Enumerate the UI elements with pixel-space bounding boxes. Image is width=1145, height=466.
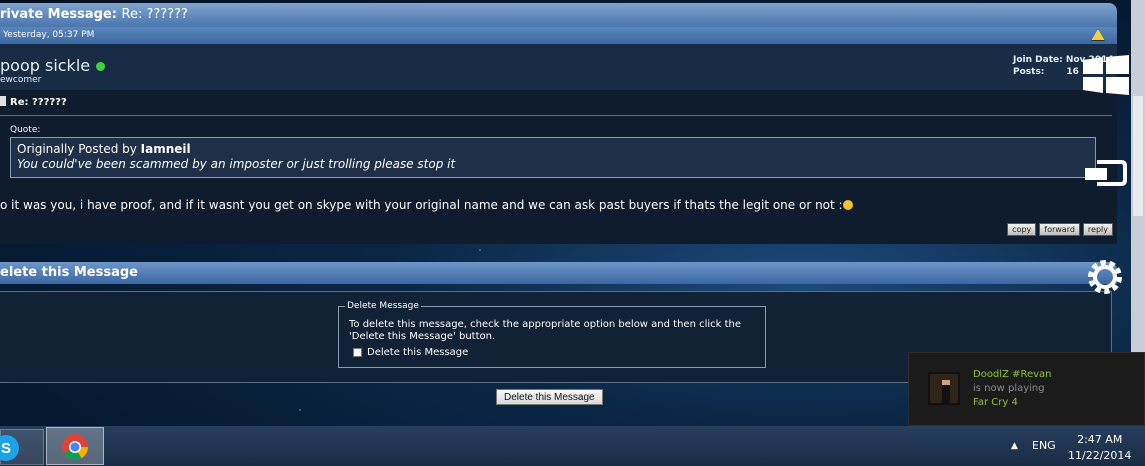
steam-notification[interactable]: DoodlZ #Revan is now playing Far Cry 4	[908, 352, 1145, 426]
tray-expand-icon[interactable]: ▲	[1011, 441, 1018, 451]
document-icon	[0, 96, 6, 106]
username-text[interactable]: poop sickle	[0, 56, 90, 75]
svg-text:S: S	[1, 440, 11, 457]
post-panel: poop sickle ewcomer Join Date: Nov 2014 …	[0, 44, 1117, 244]
scrollbar-thumb[interactable]	[1133, 96, 1143, 216]
windows-logo-icon[interactable]	[1083, 55, 1129, 95]
post-date: Yesterday, 05:37 PM	[3, 30, 95, 40]
post-actions: copy forward reply	[1007, 223, 1113, 236]
forward-button[interactable]: forward	[1039, 223, 1080, 236]
friend-status: is now playing	[973, 383, 1045, 394]
copy-button[interactable]: copy	[1007, 223, 1037, 236]
clock[interactable]: 2:47 AM 11/22/2014	[1068, 432, 1131, 464]
gear-icon[interactable]	[1083, 255, 1127, 299]
delete-fieldset: Delete Message To delete this message, c…	[338, 301, 766, 368]
friend-name: DoodlZ #Revan	[973, 369, 1052, 380]
message-text: o it was you, i have proof, and if it wa…	[0, 198, 843, 212]
message-body: o it was you, i have proof, and if it wa…	[0, 198, 853, 212]
online-status-icon	[96, 62, 106, 71]
friend-avatar	[928, 372, 960, 405]
devices-icon[interactable]	[1083, 158, 1127, 188]
title-prefix: rivate Message:	[0, 7, 117, 22]
quote-label: Quote:	[10, 125, 41, 135]
post-date-bar: Yesterday, 05:37 PM	[0, 27, 1117, 44]
skype-icon: S	[0, 435, 19, 461]
message-title-bar: rivate Message: Re: ??????	[0, 3, 1117, 27]
post-subject-text: Re: ??????	[10, 97, 67, 108]
quote-box: Originally Posted by Iamneil You could'v…	[10, 137, 1096, 178]
taskbar-skype[interactable]: S	[0, 429, 44, 465]
reply-button[interactable]: reply	[1082, 223, 1113, 236]
divider	[0, 115, 1112, 116]
delete-checkbox-label[interactable]: Delete this Message	[367, 347, 468, 358]
taskbar-chrome[interactable]	[46, 427, 104, 465]
delete-section-header: elete this Message	[0, 262, 1117, 284]
quote-text: You could've been scammed by an imposter…	[17, 157, 456, 171]
delete-message-button[interactable]: Delete this Message	[496, 389, 603, 405]
smiley-icon	[842, 200, 853, 210]
quote-attribution: Originally Posted by Iamneil	[17, 142, 1089, 157]
clock-time: 2:47 AM	[1077, 433, 1123, 446]
user-info-row: poop sickle ewcomer Join Date: Nov 2014 …	[0, 44, 1117, 90]
delete-instruction: To delete this message, check the approp…	[349, 319, 742, 342]
delete-legend: Delete Message	[345, 301, 421, 311]
chrome-icon	[62, 434, 89, 461]
username[interactable]: poop sickle	[0, 56, 106, 75]
title-subject: Re: ??????	[121, 7, 188, 22]
taskbar: S ▲ ENG 2:47 AM 11/22/2014	[0, 426, 1145, 466]
user-title: ewcomer	[0, 75, 42, 85]
clock-date: 11/22/2014	[1068, 449, 1132, 462]
friend-game: Far Cry 4	[973, 397, 1018, 408]
post-subject: Re: ??????	[0, 96, 67, 108]
quote-author: Iamneil	[140, 142, 191, 156]
warning-icon[interactable]	[1091, 29, 1105, 41]
delete-checkbox-row[interactable]: Delete this Message	[353, 347, 468, 358]
quote-prefix: Originally Posted by	[17, 142, 141, 156]
delete-checkbox[interactable]	[353, 348, 362, 357]
language-indicator[interactable]: ENG	[1032, 439, 1056, 452]
